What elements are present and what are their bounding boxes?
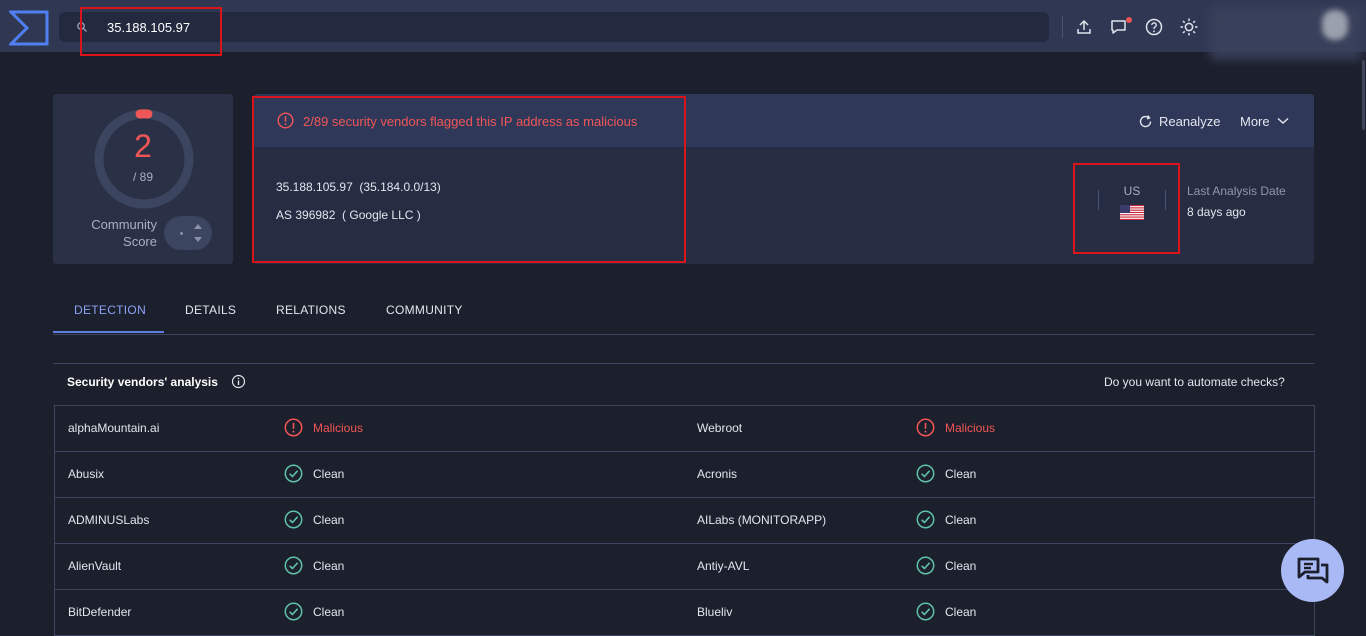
- country-divider-left: [1098, 190, 1099, 210]
- tab-relations[interactable]: RELATIONS: [276, 303, 346, 317]
- detection-total: / 89: [132, 170, 153, 184]
- top-bar: [0, 0, 1366, 60]
- table-row: Abusix Clean Acronis Clean: [55, 452, 1314, 498]
- vendor-verdict: Clean: [284, 556, 344, 575]
- alert-icon: [277, 112, 294, 129]
- clean-icon: [284, 602, 303, 621]
- section-divider: [53, 363, 1314, 364]
- vendor-name: BitDefender: [68, 605, 132, 619]
- vendor-verdict: Clean: [916, 510, 976, 529]
- ip-address-line: 35.188.105.97 (35.184.0.0/13): [276, 180, 441, 194]
- vendor-verdict-label: Clean: [945, 604, 977, 619]
- vendor-verdict-label: Clean: [945, 558, 977, 573]
- more-button[interactable]: More: [1240, 112, 1290, 130]
- search-input[interactable]: [107, 12, 907, 42]
- vendor-verdict: Clean: [284, 510, 344, 529]
- ip-summary-card: 2/89 security vendors flagged this IP ad…: [254, 94, 1314, 264]
- community-vote-control[interactable]: [164, 216, 212, 250]
- vendor-verdict-label: Malicious: [945, 420, 996, 435]
- clean-icon: [916, 510, 935, 529]
- community-score-label: Community Score: [91, 217, 157, 249]
- vendor-verdict-label: Clean: [313, 558, 345, 573]
- table-row: ADMINUSLabs Clean AILabs (MONITORAPP) Clean: [55, 498, 1314, 544]
- tab-bar: DETECTION DETAILS RELATIONS COMMUNITY: [53, 292, 1314, 335]
- detection-alert-text: 2/89 security vendors flagged this IP ad…: [303, 114, 638, 129]
- info-icon[interactable]: [231, 374, 246, 389]
- vendor-name: alphaMountain.ai: [68, 421, 160, 435]
- vendor-verdict-label: Malicious: [313, 420, 364, 435]
- avatar[interactable]: [1322, 10, 1348, 40]
- us-flag-icon: [1120, 205, 1144, 220]
- vendor-name: AlienVault: [68, 559, 122, 573]
- vote-down-icon[interactable]: [194, 237, 202, 242]
- upload-icon[interactable]: [1074, 17, 1094, 37]
- reanalyze-icon: [1139, 114, 1152, 127]
- clean-icon: [284, 464, 303, 483]
- chat-fab-icon: [1297, 557, 1328, 583]
- active-tab-indicator: [53, 331, 164, 333]
- clean-icon: [916, 464, 935, 483]
- vendor-verdict-label: Clean: [945, 466, 977, 481]
- search-bar[interactable]: [59, 12, 1049, 42]
- reanalyze-button[interactable]: Reanalyze: [1138, 112, 1220, 130]
- notification-badge: [1126, 17, 1132, 23]
- last-analysis-value: 8 days ago: [1187, 205, 1246, 219]
- table-row: AlienVault Clean Antiy-AVL Clean: [55, 544, 1314, 590]
- clean-icon: [284, 510, 303, 529]
- vendor-verdict: Clean: [916, 556, 976, 575]
- malicious-icon: [916, 418, 935, 437]
- vendor-name: Abusix: [68, 467, 105, 481]
- clean-icon: [916, 556, 935, 575]
- vendor-verdict-label: Clean: [313, 512, 345, 527]
- page-scrollbar[interactable]: [1362, 60, 1365, 130]
- help-icon[interactable]: [1144, 17, 1164, 37]
- vendor-verdict-label: Clean: [313, 466, 345, 481]
- vote-value: [180, 232, 183, 235]
- vendors-table: alphaMountain.ai Malicious Webroot Maliciou…: [54, 405, 1315, 636]
- tab-community[interactable]: COMMUNITY: [386, 303, 463, 317]
- tab-details[interactable]: DETAILS: [185, 303, 236, 317]
- vendor-name: ADMINUSLabs: [68, 513, 150, 527]
- vendor-verdict: Clean: [284, 464, 344, 483]
- score-card: 2 / 89 Community Score: [53, 94, 233, 264]
- malicious-icon: [284, 418, 303, 437]
- vendor-verdict: Malicious: [916, 418, 995, 437]
- as-owner-line[interactable]: AS 396982 ( Google LLC ): [276, 208, 421, 222]
- vote-up-icon[interactable]: [194, 224, 202, 229]
- reanalyze-label: Reanalyze: [1159, 113, 1221, 129]
- clean-icon: [916, 602, 935, 621]
- toolbar-divider: [1062, 16, 1063, 38]
- vendor-name: AILabs (MONITORAPP): [697, 513, 827, 527]
- last-analysis-label: Last Analysis Date: [1187, 184, 1286, 198]
- chat-fab-button[interactable]: [1281, 539, 1344, 602]
- vendor-name: Antiy-AVL: [697, 559, 750, 573]
- detection-score: 2: [134, 128, 152, 164]
- detection-alert-bar: 2/89 security vendors flagged this IP ad…: [254, 94, 1314, 147]
- logo-icon[interactable]: [9, 10, 49, 46]
- search-icon: [77, 22, 87, 32]
- vendor-verdict: Malicious: [284, 418, 363, 437]
- vendor-verdict-label: Clean: [945, 512, 977, 527]
- table-row: alphaMountain.ai Malicious Webroot Maliciou…: [55, 406, 1314, 452]
- vendor-name: Acronis: [697, 467, 738, 481]
- vendor-verdict: Clean: [916, 464, 976, 483]
- vendor-verdict-label: Clean: [313, 604, 345, 619]
- automate-checks-link[interactable]: Do you want to automate checks?: [1104, 375, 1285, 389]
- chevron-down-icon: [1277, 117, 1289, 125]
- vendor-verdict: Clean: [284, 602, 344, 621]
- country-divider-right: [1165, 190, 1166, 210]
- clean-icon: [284, 556, 303, 575]
- vendor-name: Blueliv: [697, 605, 733, 619]
- vendors-section-title: Security vendors' analysis: [67, 375, 218, 389]
- more-label: More: [1240, 113, 1270, 129]
- tab-detection[interactable]: DETECTION: [74, 303, 146, 317]
- table-row: BitDefender Clean Blueliv Clean: [55, 590, 1314, 636]
- vendor-verdict: Clean: [916, 602, 976, 621]
- theme-icon[interactable]: [1179, 17, 1199, 37]
- country-code: US: [1123, 184, 1141, 198]
- vendor-name: Webroot: [697, 421, 743, 435]
